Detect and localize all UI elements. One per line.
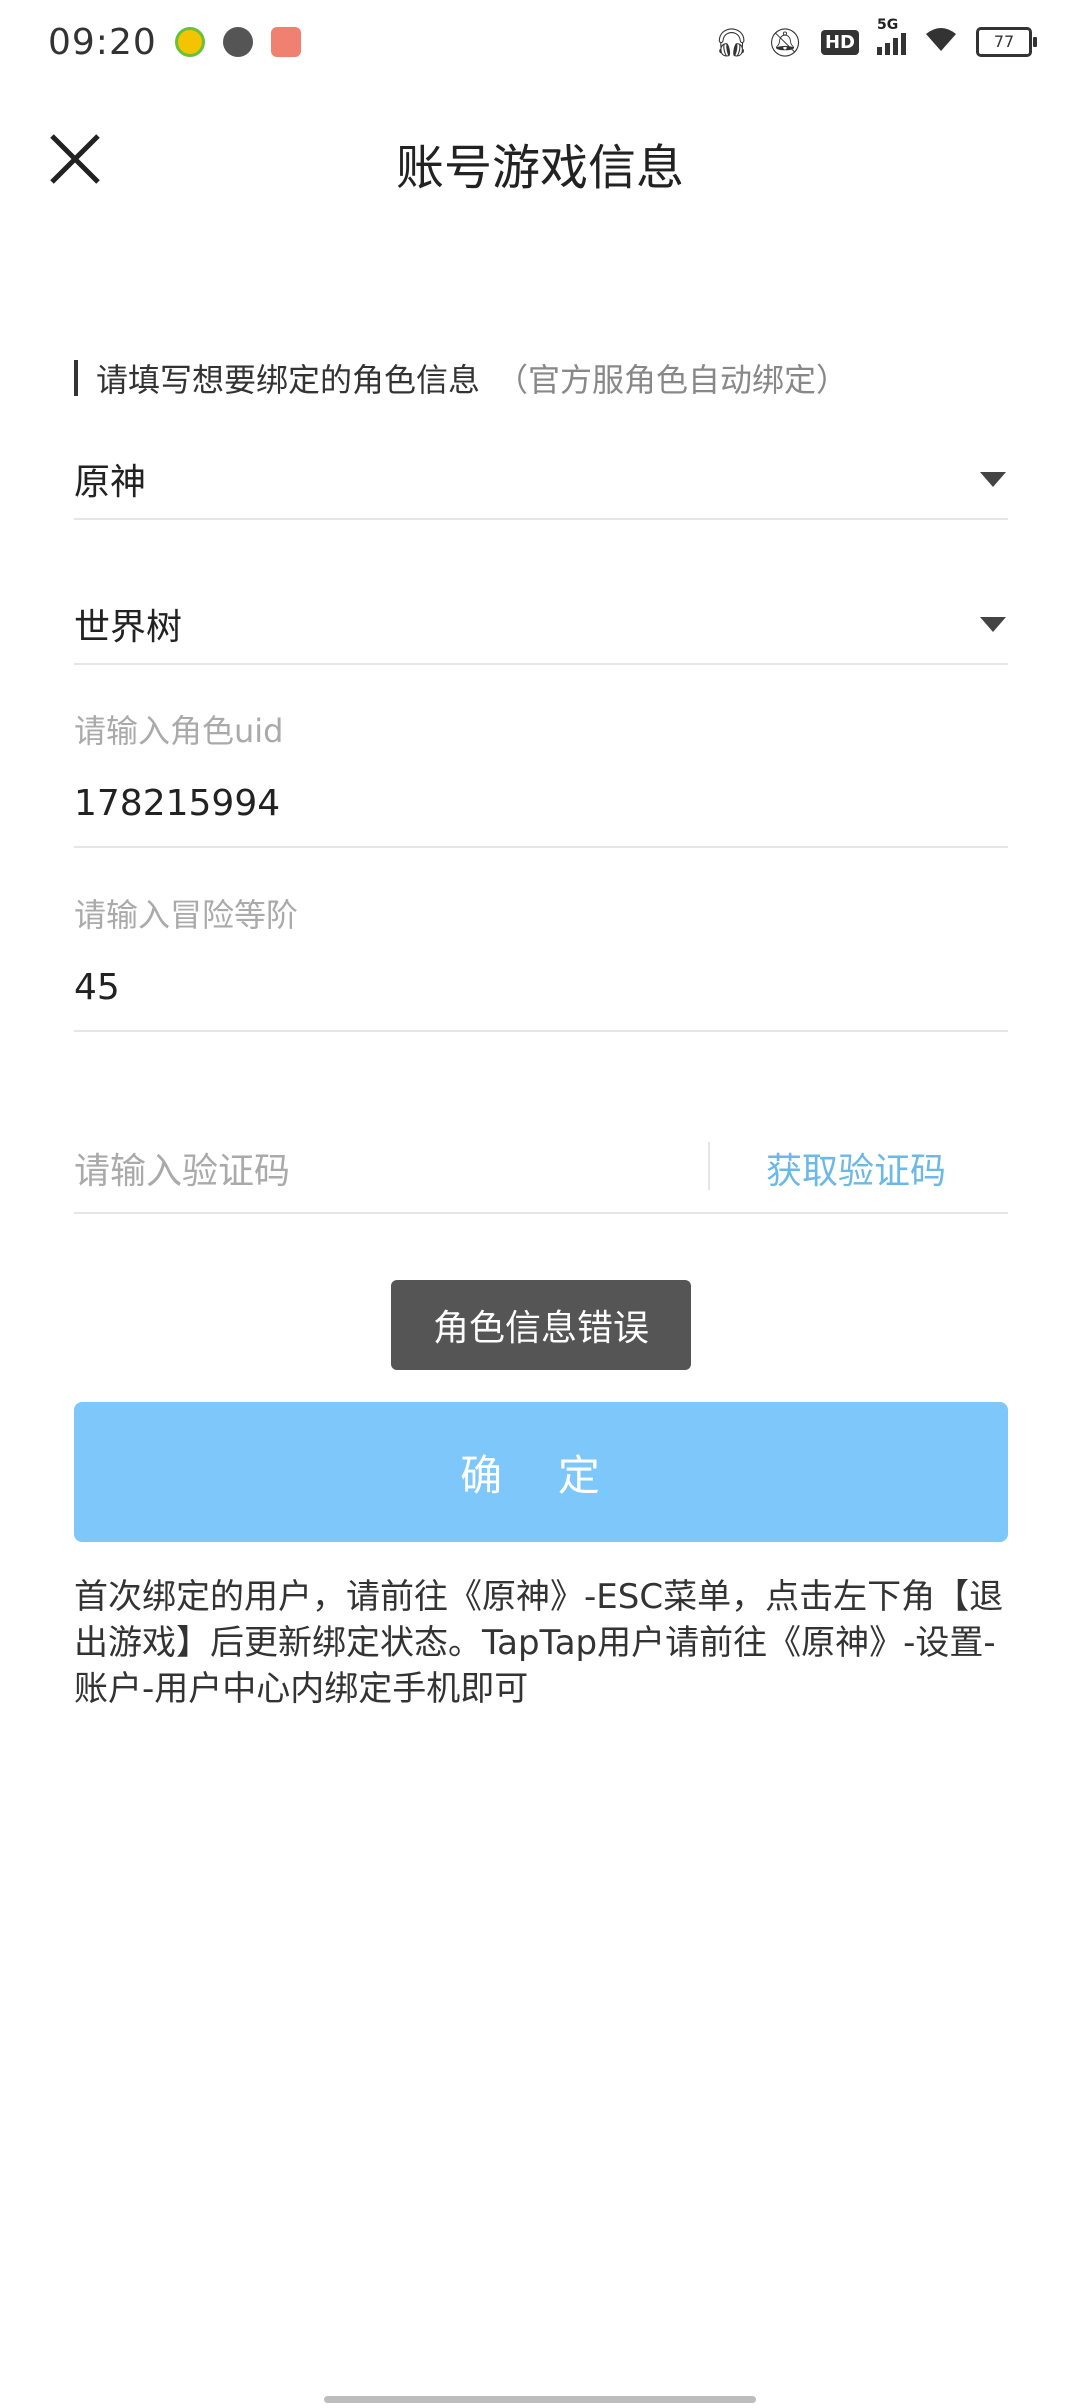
confirm-button[interactable]: 确 定 xyxy=(74,1402,1008,1542)
hd-icon: HD xyxy=(820,29,859,55)
nav-header: 账号游戏信息 xyxy=(0,110,1080,210)
headphones-icon: 🎧︎ xyxy=(713,25,750,59)
speedometer-icon xyxy=(222,27,253,57)
hint-sub: （官方服角色自动绑定） xyxy=(496,361,849,399)
get-code-button[interactable]: 获取验证码 xyxy=(766,1142,946,1194)
status-time: 09:20 xyxy=(48,21,157,63)
home-indicator[interactable] xyxy=(324,2396,756,2403)
network-label: 5G xyxy=(877,17,899,33)
game-select-value: 原神 xyxy=(74,462,147,503)
hint-bar xyxy=(74,360,78,396)
level-label: 请输入冒险等阶 xyxy=(74,896,299,934)
binding-note: 首次绑定的用户，请前往《原神》-ESC菜单，点击左下角【退出游戏】后更新绑定状态… xyxy=(74,1577,1004,1709)
code-divider xyxy=(708,1142,710,1190)
uid-label: 请输入角色uid xyxy=(74,712,284,750)
music-app-icon xyxy=(174,27,205,57)
caret-down-icon xyxy=(980,471,1006,487)
verification-code-field: 请输入验证码 获取验证码 xyxy=(74,1124,1008,1214)
signal-5g-icon: 5G xyxy=(877,17,906,55)
page-title: 账号游戏信息 xyxy=(395,140,684,196)
bell-muted-icon: 🔕︎ xyxy=(767,25,803,59)
wifi-icon xyxy=(924,25,958,60)
section-hint: 请填写想要绑定的角色信息 （官方服角色自动绑定） xyxy=(74,356,848,400)
game-select[interactable]: 原神 xyxy=(74,440,1008,520)
status-left: 09:20 xyxy=(48,22,301,63)
game-avatar-icon xyxy=(270,27,301,57)
level-value: 45 xyxy=(74,967,120,1008)
verification-code-input[interactable]: 请输入验证码 xyxy=(74,1142,290,1194)
server-select-value: 世界树 xyxy=(74,607,183,648)
uid-input[interactable]: 178215994 xyxy=(74,760,1008,848)
uid-value: 178215994 xyxy=(74,783,281,824)
caret-down-icon xyxy=(980,616,1006,632)
status-right: 🎧︎ 🔕︎ HD 5G 77 xyxy=(713,17,1037,60)
battery-icon: 77 xyxy=(976,27,1037,57)
status-bar: 09:20 🎧︎ 🔕︎ HD 5G 77 xyxy=(0,0,1080,84)
error-toast: 角色信息错误 xyxy=(391,1280,691,1370)
hint-main: 请填写想要绑定的角色信息 xyxy=(96,361,481,399)
server-select[interactable]: 世界树 xyxy=(74,585,1008,665)
level-input[interactable]: 45 xyxy=(74,942,1008,1032)
